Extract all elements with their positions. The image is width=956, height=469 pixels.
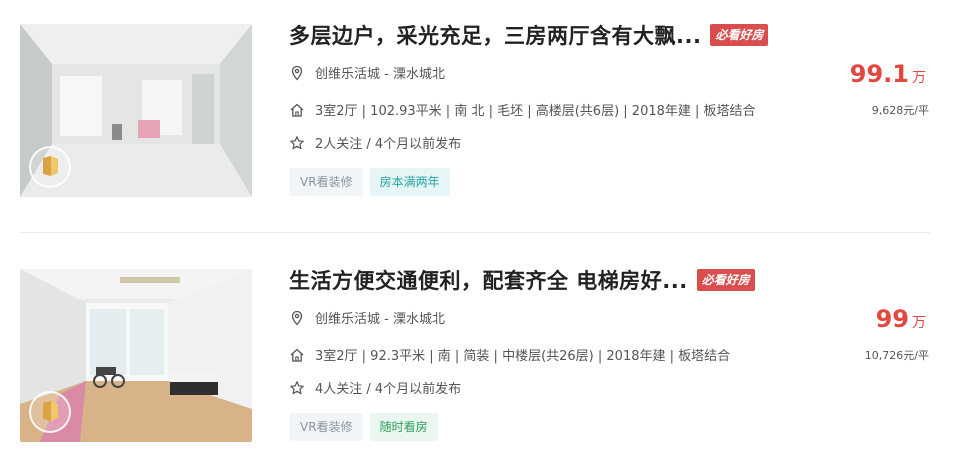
location-row: 创维乐活城 - 溧水城北 xyxy=(289,63,445,82)
feature-tags: VR看装修 房本满两年 xyxy=(290,168,450,196)
tag-vr: VR看装修 xyxy=(290,168,363,196)
listing-photo[interactable] xyxy=(20,269,252,442)
house-info-row: 3室2厅 | 102.93平米 | 南 北 | 毛坯 | 高楼层(共6层) | … xyxy=(289,100,756,119)
location-text[interactable]: 创维乐活城 - 溧水城北 xyxy=(315,63,445,82)
listing-divider xyxy=(20,232,930,233)
vr-360-icon[interactable] xyxy=(29,146,71,188)
listing-photo[interactable] xyxy=(20,24,252,197)
unit-price: 9,628元/平 xyxy=(871,104,929,117)
listing-card[interactable]: 多层边户，采光充足，三房两厅含有大飘... 必看好房 创维乐活城 - 溧水城北 … xyxy=(0,0,956,220)
unit-price: 10,726元/平 xyxy=(864,349,929,362)
follow-info-row: 4人关注 / 4个月以前发布 xyxy=(289,378,461,397)
listing-card[interactable]: 生活方便交通便利，配套齐全 电梯房好... 必看好房 创维乐活城 - 溧水城北 … xyxy=(0,245,956,465)
total-price: 99 万 xyxy=(876,305,926,333)
location-text[interactable]: 创维乐活城 - 溧水城北 xyxy=(315,308,445,327)
total-price-unit: 万 xyxy=(912,315,926,331)
follow-info-row: 2人关注 / 4个月以前发布 xyxy=(289,133,461,152)
location-pin-icon xyxy=(291,310,303,325)
total-price-value: 99.1 xyxy=(849,60,909,88)
follow-info-text: 4人关注 / 4个月以前发布 xyxy=(315,382,462,397)
vr-360-icon[interactable] xyxy=(29,391,71,433)
total-price-unit: 万 xyxy=(912,70,926,86)
house-info-text: 3室2厅 | 92.3平米 | 南 | 简装 | 中楼层(共26层) | 201… xyxy=(315,349,731,364)
location-row: 创维乐活城 - 溧水城北 xyxy=(289,308,445,327)
total-price-value: 99 xyxy=(875,305,909,333)
star-icon xyxy=(290,135,304,149)
house-icon xyxy=(290,103,304,117)
tag-view-anytime: 随时看房 xyxy=(369,413,438,441)
listing-title[interactable]: 多层边户，采光充足，三房两厅含有大飘... xyxy=(289,20,701,50)
location-pin-icon xyxy=(291,65,303,80)
feature-tags: VR看装修 随时看房 xyxy=(290,413,438,441)
house-icon xyxy=(290,348,304,362)
star-icon xyxy=(290,380,304,394)
listing-title[interactable]: 生活方便交通便利，配套齐全 电梯房好... xyxy=(289,265,688,295)
house-info-text: 3室2厅 | 102.93平米 | 南 北 | 毛坯 | 高楼层(共6层) | … xyxy=(315,104,756,119)
must-see-badge: 必看好房 xyxy=(696,269,755,291)
tag-deed-two-years: 房本满两年 xyxy=(369,168,450,196)
total-price: 99.1 万 xyxy=(850,60,926,88)
house-info-row: 3室2厅 | 92.3平米 | 南 | 简装 | 中楼层(共26层) | 201… xyxy=(289,345,730,364)
must-see-badge: 必看好房 xyxy=(710,24,769,46)
tag-vr: VR看装修 xyxy=(290,413,363,441)
follow-info-text: 2人关注 / 4个月以前发布 xyxy=(315,137,462,152)
